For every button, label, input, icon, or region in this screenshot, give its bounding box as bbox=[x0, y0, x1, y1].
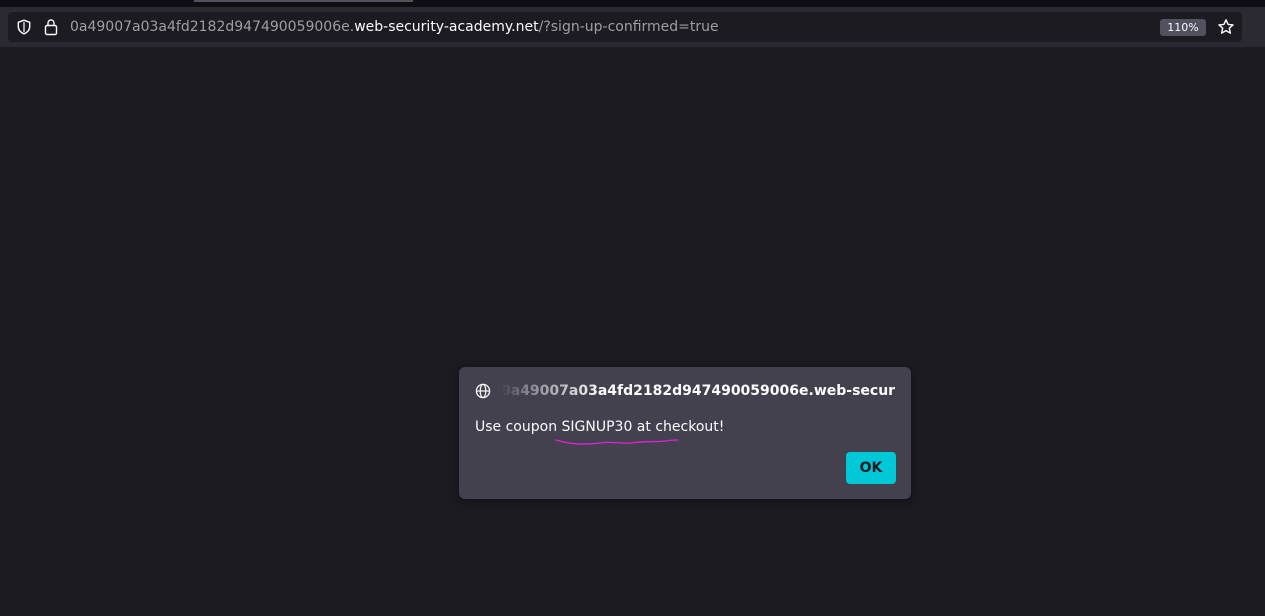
globe-icon bbox=[475, 383, 491, 399]
url-host: web-security-academy.net bbox=[354, 19, 539, 35]
shield-icon[interactable] bbox=[16, 19, 32, 35]
lock-icon[interactable] bbox=[43, 18, 59, 36]
zoom-level-badge[interactable]: 110% bbox=[1160, 19, 1206, 36]
browser-toolbar: 0a49007a03a4fd2182d947490059006e.web-sec… bbox=[0, 7, 1265, 47]
tab-strip bbox=[0, 0, 1265, 7]
ok-button[interactable]: OK bbox=[846, 452, 896, 484]
address-bar[interactable]: 0a49007a03a4fd2182d947490059006e.web-sec… bbox=[8, 12, 1242, 42]
alert-dialog: 0a49007a03a4fd2182d947490059006e.web-sec… bbox=[459, 367, 911, 499]
active-tab-indicator[interactable] bbox=[194, 0, 413, 2]
url-text[interactable]: 0a49007a03a4fd2182d947490059006e.web-sec… bbox=[70, 19, 719, 35]
star-icon[interactable] bbox=[1217, 18, 1235, 36]
url-path: /?sign-up-confirmed=true bbox=[538, 19, 719, 35]
dialog-message: Use coupon SIGNUP30 at checkout! bbox=[475, 419, 725, 435]
underline-annotation bbox=[555, 439, 679, 445]
dialog-origin: 0a49007a03a4fd2182d947490059006e.web-sec… bbox=[501, 383, 896, 399]
url-subdomain: 0a49007a03a4fd2182d947490059006e. bbox=[70, 19, 355, 35]
